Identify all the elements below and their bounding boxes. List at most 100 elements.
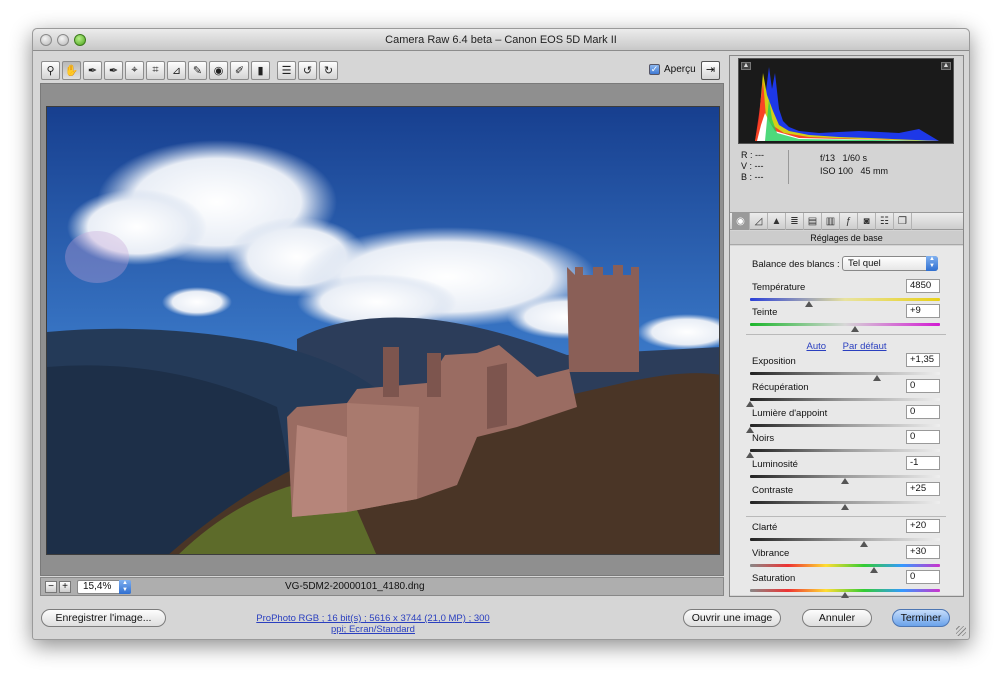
slider-value-field[interactable]: -1 [906, 456, 940, 470]
photo-preview[interactable] [46, 106, 720, 555]
slider-value-field[interactable]: +20 [906, 519, 940, 533]
slider-thumb[interactable] [841, 592, 849, 598]
save-image-button[interactable]: Enregistrer l'image... [41, 609, 166, 627]
histogram-graph [755, 67, 939, 141]
zoom-tool-icon: ⚲ [46, 65, 55, 77]
slider-value-field[interactable]: 0 [906, 405, 940, 419]
tab-hsl[interactable]: ≣ [786, 213, 804, 230]
tab-tone-curve[interactable]: ◿ [750, 213, 768, 230]
slider-label: Noirs [752, 433, 775, 444]
tab-detail[interactable]: ▲ [768, 213, 786, 230]
slider-1[interactable]: Teinte +9 [750, 304, 940, 333]
slider-thumb[interactable] [850, 326, 859, 332]
basic-settings-panel: Balance des blancs : Tel quel ▲ ▼ Auto Pa… [730, 246, 963, 598]
color-sampler-tool-button[interactable]: ✒ [104, 61, 123, 80]
graduated-filter-tool-button[interactable]: ▮ [251, 61, 270, 80]
white-balance-select[interactable]: Tel quel ▲ ▼ [842, 256, 938, 271]
auto-link[interactable]: Auto [806, 341, 826, 352]
targeted-adjustment-tool-button[interactable]: ⌖ [125, 61, 144, 80]
slider-track[interactable] [750, 424, 940, 427]
image-canvas[interactable] [40, 83, 724, 576]
rotate-right-tool-button[interactable]: ↻ [319, 61, 338, 80]
shadow-clipping-warning-icon[interactable]: ▲ [741, 62, 751, 70]
crop-tool-icon: ⌗ [152, 64, 159, 76]
slider-thumb[interactable] [746, 452, 754, 458]
zoom-in-button[interactable]: + [59, 581, 71, 593]
crop-tool-button[interactable]: ⌗ [146, 61, 165, 80]
slider-thumb[interactable] [873, 375, 882, 381]
slider-value-field[interactable]: 0 [906, 379, 940, 393]
tab-camera-calibration[interactable]: ◙ [858, 213, 876, 230]
white-balance-value: Tel quel [848, 258, 881, 269]
resize-grip-icon[interactable] [956, 626, 966, 636]
slider-value-field[interactable]: 4850 [906, 279, 940, 293]
highlight-clipping-warning-icon[interactable]: ▲ [941, 62, 951, 70]
snapshots-icon: ❐ [898, 216, 907, 227]
hand-tool-icon: ✋ [64, 65, 79, 77]
white-balance-label: Balance des blancs : [752, 259, 840, 270]
close-window-button[interactable] [40, 34, 52, 46]
fullscreen-toggle-button[interactable]: ⇥ [701, 61, 720, 80]
slider-value-field[interactable]: +9 [906, 304, 940, 318]
rotate-left-tool-icon: ↺ [302, 65, 313, 77]
tab-basic[interactable]: ◉ [732, 213, 750, 230]
adjustment-brush-tool-button[interactable]: ✐ [230, 61, 249, 80]
lens-icon: ▥ [825, 216, 836, 227]
zoom-level-select[interactable]: 15,4% ▲ ▼ [77, 580, 131, 594]
slider-value-field[interactable]: 0 [906, 430, 940, 444]
open-image-button[interactable]: Ouvrir une image [683, 609, 781, 627]
slider-label: Teinte [752, 307, 778, 318]
tab-effects[interactable]: ƒ [840, 213, 858, 230]
focal-length-value: 45 mm [860, 166, 889, 176]
slider-track[interactable] [750, 372, 940, 375]
slider-thumb[interactable] [860, 541, 868, 547]
check-icon[interactable]: ✓ [649, 64, 660, 75]
histogram: ▲ ▲ [738, 58, 954, 144]
tab-split-toning[interactable]: ▤ [804, 213, 822, 230]
camera-icon: ◙ [863, 216, 870, 227]
spot-removal-tool-button[interactable]: ✎ [188, 61, 207, 80]
slider-track[interactable] [750, 298, 940, 301]
chevron-updown-icon: ▲ ▼ [926, 256, 938, 271]
tab-lens-corrections[interactable]: ▥ [822, 213, 840, 230]
slider-thumb[interactable] [746, 401, 754, 407]
slider-track[interactable] [750, 323, 940, 326]
zoom-window-button[interactable] [74, 34, 86, 46]
slider-value-field[interactable]: 0 [906, 570, 940, 584]
rotate-right-tool-icon: ↻ [323, 65, 334, 77]
tab-presets[interactable]: ☷ [876, 213, 894, 230]
rotate-left-tool-button[interactable]: ↺ [298, 61, 317, 80]
slider-thumb[interactable] [841, 478, 849, 484]
slider-value-field[interactable]: +25 [906, 482, 940, 496]
curve-icon: ◿ [754, 216, 763, 227]
workflow-options-link[interactable]: ProPhoto RGB ; 16 bit(s) ; 5616 x 3744 (… [253, 613, 493, 635]
slider-10[interactable]: Saturation 0 [750, 570, 940, 599]
panel-title-text: Réglages de base [810, 233, 883, 243]
tab-snapshots[interactable]: ❐ [894, 213, 912, 230]
slider-track[interactable] [750, 538, 940, 541]
slider-thumb[interactable] [841, 504, 849, 510]
iso-value: ISO 100 [820, 166, 854, 176]
slider-label: Température [752, 282, 806, 293]
slider-7[interactable]: Contraste +25 [750, 482, 940, 511]
chevron-updown-icon: ▲ ▼ [119, 580, 131, 594]
minimize-window-button[interactable] [57, 34, 69, 46]
slider-track[interactable] [750, 398, 940, 401]
straighten-tool-button[interactable]: ⊿ [167, 61, 186, 80]
preferences-tool-button[interactable]: ☰ [277, 61, 296, 80]
slider-track[interactable] [750, 449, 940, 452]
hsl-icon: ≣ [790, 216, 799, 227]
panel-tabs: ◉ ◿ ▲ ≣ ▤ ▥ ƒ ◙ ☷ ❐ [730, 212, 963, 230]
hand-tool-button[interactable]: ✋ [62, 61, 81, 80]
default-link[interactable]: Par défaut [843, 341, 887, 352]
cancel-button[interactable]: Annuler [802, 609, 872, 627]
preview-checkbox[interactable]: ✓ Aperçu [649, 64, 696, 75]
done-button[interactable]: Terminer [892, 609, 950, 627]
zoom-out-button[interactable]: − [45, 581, 57, 593]
white-balance-tool-button[interactable]: ✒ [83, 61, 102, 80]
red-eye-tool-button[interactable]: ◉ [209, 61, 228, 80]
slider-value-field[interactable]: +30 [906, 545, 940, 559]
slider-track[interactable] [750, 564, 940, 567]
slider-value-field[interactable]: +1,35 [906, 353, 940, 367]
zoom-tool-button[interactable]: ⚲ [41, 61, 60, 80]
